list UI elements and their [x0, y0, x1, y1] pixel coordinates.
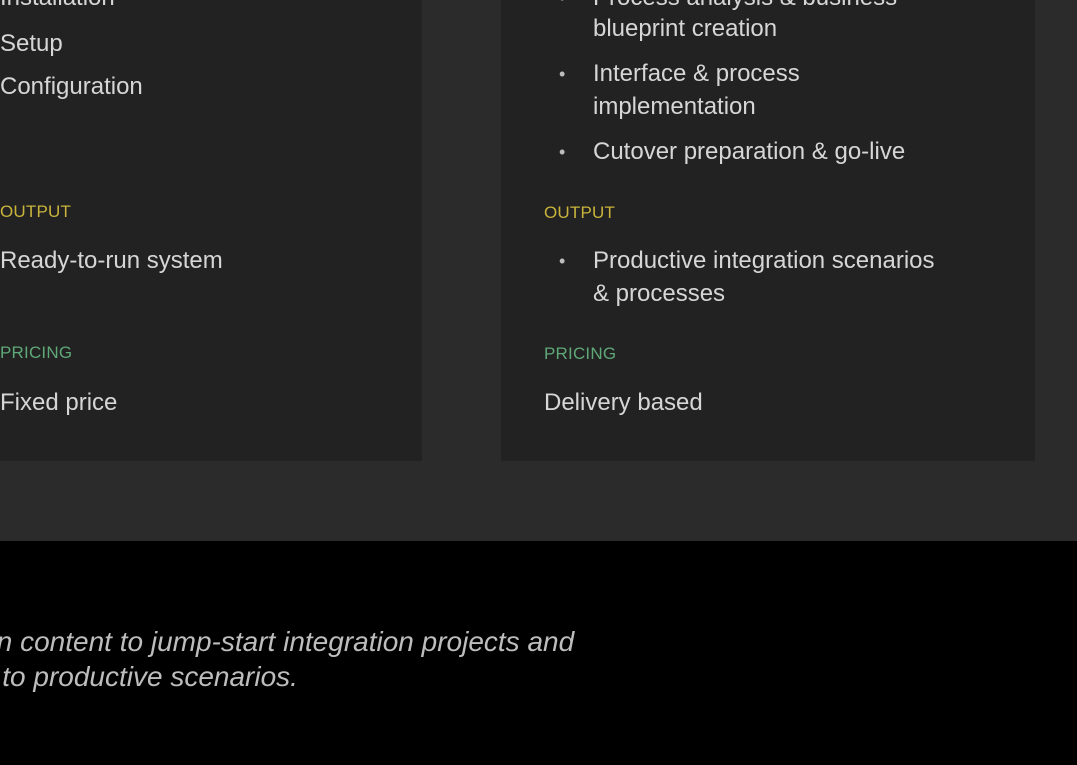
left-item-installation: Installation: [0, 0, 115, 14]
right-pricing-text: Delivery based: [544, 389, 703, 416]
tagline-line1: Integration content to jump-start integr…: [0, 626, 575, 657]
right-item-1-line2: blueprint creation: [593, 15, 778, 42]
left-item-setup: Setup: [0, 30, 63, 57]
bullet-icon: •: [559, 251, 566, 271]
bullet-icon: •: [559, 64, 566, 84]
right-item-1-line1: Process analysis & business: [593, 0, 897, 14]
bullet-icon: •: [559, 0, 565, 14]
right-item-2-line1: Interface & process: [593, 60, 800, 87]
right-output-item-line2: & processes: [593, 280, 726, 307]
left-service-card: Installation Setup Configuration OUTPUT …: [0, 0, 422, 461]
left-pricing-text: Fixed price: [0, 389, 118, 416]
left-item-configuration: Configuration: [0, 73, 143, 100]
right-output-item-line1: Productive integration scenarios: [593, 247, 935, 274]
right-pricing-label: PRICING: [544, 344, 617, 363]
bullet-icon: •: [559, 142, 566, 162]
tagline-line2: move to productive scenarios.: [0, 661, 298, 692]
tagline-section: Integration content to jump-start integr…: [0, 541, 1077, 765]
left-output-text: Ready-to-run system: [0, 247, 223, 274]
right-output-label: OUTPUT: [544, 203, 616, 222]
service-packages-section: Installation Setup Configuration OUTPUT …: [0, 0, 1077, 541]
right-item-2-line2: implementation: [593, 93, 756, 120]
right-service-card: • Process analysis & business blueprint …: [501, 0, 1035, 461]
left-pricing-label: PRICING: [0, 343, 73, 362]
left-output-label: OUTPUT: [0, 202, 72, 221]
page: Installation Setup Configuration OUTPUT …: [0, 0, 1077, 765]
right-item-3: Cutover preparation & go-live: [593, 138, 906, 165]
